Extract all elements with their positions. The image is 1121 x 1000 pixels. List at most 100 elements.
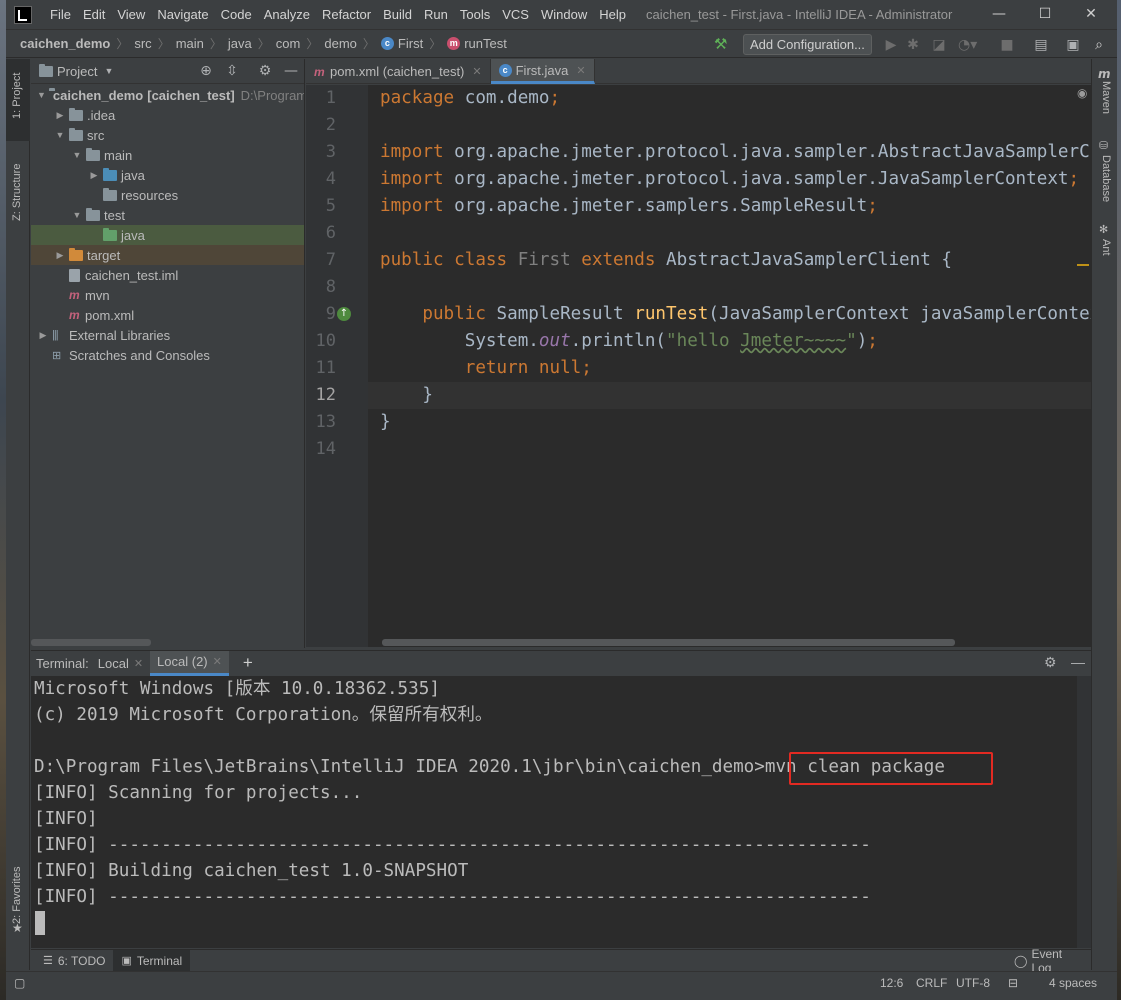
- breadcrumb-item[interactable]: main: [176, 36, 204, 51]
- breadcrumb-label: caichen_demo: [20, 36, 111, 51]
- tree-item-pom-xml[interactable]: m pom.xml: [31, 305, 304, 325]
- tab-first-java[interactable]: c First.java ✕: [490, 59, 595, 84]
- menu-item-navigate[interactable]: Navigate: [151, 0, 214, 29]
- gear-icon[interactable]: ⚙: [1044, 654, 1057, 671]
- locate-file-icon[interactable]: ⊕: [198, 63, 214, 79]
- debug-icon[interactable]: ✱: [904, 36, 922, 54]
- menu-item-refactor[interactable]: Refactor: [316, 0, 377, 29]
- maximize-button[interactable]: ☐: [1022, 0, 1068, 29]
- terminal-output[interactable]: Microsoft Windows [版本 10.0.18362.535] (c…: [31, 676, 1077, 948]
- lock-icon[interactable]: ⊟: [1008, 976, 1018, 990]
- menu-item-window[interactable]: Window: [535, 0, 593, 29]
- close-icon[interactable]: ✕: [134, 657, 143, 670]
- breadcrumb-item[interactable]: src: [134, 36, 151, 51]
- breadcrumb-item[interactable]: demo: [324, 36, 357, 51]
- layout-icon[interactable]: ▣: [1064, 36, 1082, 54]
- todo-tool-button[interactable]: ☰ 6: TODO: [35, 950, 113, 972]
- chevron-down-icon[interactable]: ▼: [54, 130, 66, 140]
- chevron-down-icon[interactable]: ▼: [71, 210, 83, 220]
- tab-pom-xml-caichen-test[interactable]: m pom.xml (caichen_test) ✕: [306, 59, 491, 84]
- chevron-down-icon[interactable]: ▼: [71, 150, 83, 160]
- tree-item-target[interactable]: ▶ target: [31, 245, 304, 265]
- run-icon[interactable]: ▶: [882, 36, 900, 54]
- project-horizontal-scrollbar[interactable]: [31, 639, 151, 646]
- tab-ant[interactable]: Ant: [1092, 239, 1118, 269]
- tree-item-java[interactable]: ▶ java: [31, 165, 304, 185]
- tab-project[interactable]: 1: Project: [6, 59, 30, 141]
- caret-position[interactable]: 12:6: [880, 976, 903, 990]
- breadcrumb: caichen_demo 〉 src 〉 main 〉 java 〉 com 〉 demo 〉 c Fir…: [20, 35, 507, 52]
- tree-item-label: External Libraries: [69, 327, 171, 343]
- coverage-icon[interactable]: ◪: [930, 36, 948, 54]
- menu-item-tools[interactable]: Tools: [454, 0, 496, 29]
- search-icon[interactable]: ⌕: [1090, 36, 1108, 54]
- code-token: ;: [549, 88, 561, 108]
- breadcrumb-separator-icon: 〉: [362, 37, 375, 51]
- tab-structure-label: Z: Structure: [11, 163, 23, 221]
- menu-item-vcs[interactable]: VCS: [496, 0, 535, 29]
- toggle-tool-windows-icon[interactable]: ▢: [14, 976, 25, 990]
- menu-item-edit[interactable]: Edit: [77, 0, 111, 29]
- breadcrumb-item[interactable]: java: [228, 36, 252, 51]
- build-hammer-icon[interactable]: ⚒: [714, 35, 727, 53]
- breadcrumb-item[interactable]: c First: [380, 36, 423, 51]
- menu-item-code[interactable]: Code: [215, 0, 258, 29]
- collapse-all-icon[interactable]: ⇳: [224, 63, 240, 79]
- tree-item-external-libraries[interactable]: ▶ ||| External Libraries: [31, 325, 304, 345]
- tree-item-src[interactable]: ▼ src: [31, 125, 304, 145]
- indent-setting[interactable]: 4 spaces: [1049, 976, 1097, 990]
- hide-panel-icon[interactable]: —: [283, 63, 299, 79]
- new-terminal-icon[interactable]: +: [243, 653, 253, 673]
- close-button[interactable]: ✕: [1068, 0, 1114, 29]
- tab-database[interactable]: Database: [1092, 155, 1118, 213]
- project-view-dropdown[interactable]: Project ▼: [39, 63, 113, 79]
- close-icon[interactable]: ✕: [576, 64, 585, 77]
- hide-panel-icon[interactable]: —: [1071, 654, 1085, 670]
- code-editor[interactable]: package com.demo; import org.apache.jmete…: [368, 85, 1091, 647]
- tab-structure[interactable]: Z: Structure: [6, 149, 30, 239]
- breadcrumb-item[interactable]: com: [276, 36, 301, 51]
- chevron-right-icon[interactable]: ▶: [54, 110, 66, 121]
- breadcrumb-item[interactable]: caichen_demo: [20, 36, 110, 51]
- stop-icon[interactable]: ■: [998, 36, 1016, 54]
- menu-item-file[interactable]: File: [44, 0, 77, 29]
- chevron-right-icon[interactable]: ▶: [37, 330, 49, 341]
- project-structure-icon[interactable]: ▤: [1032, 36, 1050, 54]
- minimize-button[interactable]: —: [976, 0, 1022, 29]
- chevron-right-icon[interactable]: ▶: [88, 170, 100, 181]
- menu-item-view[interactable]: View: [111, 0, 151, 29]
- breadcrumb-item[interactable]: m runTest: [447, 36, 507, 51]
- code-token: import: [380, 196, 455, 216]
- close-icon[interactable]: ✕: [213, 655, 222, 668]
- terminal-vertical-scrollbar[interactable]: [1077, 676, 1091, 948]
- line-number: 14: [315, 439, 336, 459]
- implementing-method-icon[interactable]: ↑: [337, 307, 351, 321]
- profile-icon[interactable]: ◔▾: [958, 36, 977, 54]
- menu-item-analyze[interactable]: Analyze: [258, 0, 316, 29]
- terminal-tool-button[interactable]: ▣ Terminal: [113, 949, 191, 972]
- chevron-down-icon[interactable]: ▼: [37, 90, 46, 100]
- tree-item-main[interactable]: ▼ main: [31, 145, 304, 165]
- tree-item-java[interactable]: java: [31, 225, 304, 245]
- add-configuration-button[interactable]: Add Configuration...: [743, 34, 872, 55]
- menu-item-build[interactable]: Build: [377, 0, 418, 29]
- tree-item-caichen-test-iml[interactable]: caichen_test.iml: [31, 265, 304, 285]
- menu-item-run[interactable]: Run: [418, 0, 454, 29]
- tree-item-test[interactable]: ▼ test: [31, 205, 304, 225]
- line-number: 3: [325, 142, 336, 162]
- tab-maven[interactable]: Maven: [1092, 81, 1118, 131]
- tree-item-caichen-demo[interactable]: ▼ caichen_demo [caichen_test] D:\Program: [31, 85, 304, 105]
- tree-item-mvn[interactable]: m mvn: [31, 285, 304, 305]
- tree-item-scratches-and-consoles[interactable]: ⊞ Scratches and Consoles: [31, 345, 304, 365]
- menu-item-help[interactable]: Help: [593, 0, 632, 29]
- chevron-right-icon[interactable]: ▶: [54, 250, 66, 261]
- file-encoding[interactable]: UTF-8: [956, 976, 990, 990]
- terminal-tab-local-2[interactable]: Local (2) ✕: [150, 650, 229, 676]
- close-icon[interactable]: ✕: [472, 65, 481, 78]
- event-log-button[interactable]: ◯ Event Log: [1006, 947, 1091, 975]
- line-separator[interactable]: CRLF: [916, 976, 947, 990]
- tree-item-resources[interactable]: resources: [31, 185, 304, 205]
- gear-icon[interactable]: ⚙: [257, 63, 273, 79]
- terminal-tab-local[interactable]: Local ✕: [91, 651, 150, 676]
- tree-item-idea[interactable]: ▶ .idea: [31, 105, 304, 125]
